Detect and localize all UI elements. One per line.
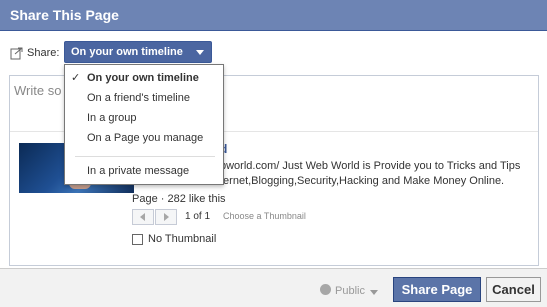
- check-icon: ✓: [71, 72, 81, 84]
- choose-thumbnail-label: Choose a Thumbnail: [223, 211, 306, 221]
- menu-item-own-timeline[interactable]: ✓ On your own timeline: [65, 69, 223, 87]
- share-destination-menu: ✓ On your own timeline On a friend's tim…: [64, 64, 224, 185]
- chevron-down-icon: [196, 50, 204, 55]
- no-thumbnail-label: No Thumbnail: [148, 233, 217, 245]
- thumbnail-count: 1 of 1: [185, 211, 211, 222]
- menu-item-label: On your own timeline: [87, 72, 199, 84]
- dialog-header: Share This Page: [0, 0, 547, 31]
- menu-item-label: On a friend's timeline: [87, 92, 190, 104]
- audience-label: Public: [335, 285, 365, 297]
- dialog-title: Share This Page: [10, 7, 119, 23]
- globe-icon: [320, 284, 331, 295]
- dropdown-selected-label: On your own timeline: [71, 46, 183, 58]
- menu-item-private-message[interactable]: In a private message: [65, 162, 223, 180]
- link-meta: Page · 282 like this: [132, 193, 226, 205]
- no-thumbnail-checkbox[interactable]: [132, 234, 143, 245]
- share-destination-dropdown[interactable]: On your own timeline: [64, 41, 212, 63]
- message-input[interactable]: Write so: [14, 83, 61, 98]
- menu-item-label: In a private message: [87, 165, 190, 177]
- chevron-down-icon: [370, 290, 378, 295]
- menu-item-label: In a group: [87, 112, 137, 124]
- menu-item-page[interactable]: On a Page you manage: [65, 129, 223, 147]
- next-thumbnail-button[interactable]: [155, 209, 177, 225]
- cancel-button[interactable]: Cancel: [486, 277, 541, 302]
- arrow-right-icon: [164, 213, 169, 221]
- share-page-button[interactable]: Share Page: [393, 277, 481, 302]
- prev-thumbnail-button[interactable]: [132, 209, 154, 225]
- share-label: Share:: [27, 47, 60, 59]
- menu-divider: [75, 156, 215, 157]
- menu-item-group[interactable]: In a group: [65, 109, 223, 127]
- share-icon: [10, 47, 23, 60]
- arrow-left-icon: [140, 213, 145, 221]
- menu-item-friend-timeline[interactable]: On a friend's timeline: [65, 89, 223, 107]
- menu-item-label: On a Page you manage: [87, 132, 204, 144]
